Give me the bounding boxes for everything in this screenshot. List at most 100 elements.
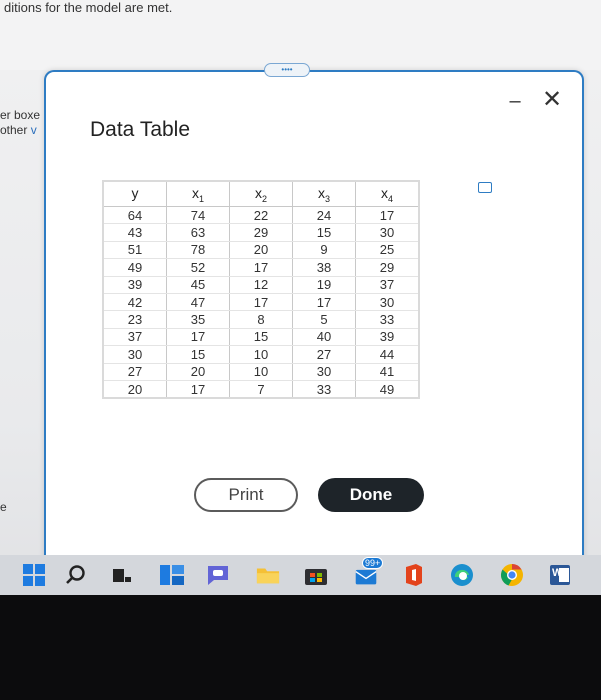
table-cell: 74 <box>166 206 230 225</box>
table-row: 43 63 29 15 30 <box>104 223 418 242</box>
table-cell: 22 <box>229 206 293 225</box>
screen-bezel <box>0 595 601 700</box>
table-cell: 15 <box>229 328 293 347</box>
table-row: 64 74 22 24 17 <box>104 206 418 225</box>
table-cell: 17 <box>229 293 293 312</box>
table-row: 42 47 17 17 30 <box>104 293 418 312</box>
table-cell: 29 <box>355 258 418 277</box>
table-cell: 15 <box>166 345 230 364</box>
table-cell: 29 <box>229 223 293 242</box>
table-cell: 40 <box>292 328 356 347</box>
table-cell: 24 <box>292 206 356 225</box>
table-cell: 20 <box>166 363 230 381</box>
table-cell: 37 <box>355 276 418 294</box>
table-row: 49 52 17 38 29 <box>104 258 418 277</box>
taskbar: 99+ W <box>0 555 601 595</box>
table-cell: 17 <box>166 380 230 398</box>
table-cell: 49 <box>379 381 395 397</box>
mail-badge: 99+ <box>362 557 384 569</box>
table-row: 39 45 12 19 37 <box>104 276 418 294</box>
windows-start-icon[interactable] <box>22 563 46 587</box>
table-cell: 47 <box>166 293 230 312</box>
background-side-line2: other v <box>0 123 37 137</box>
table-cell: 17 <box>166 328 230 347</box>
data-table-dialog: •••• Data Table – ✕ y x1 x2 x3 x4 64 74 22… <box>44 63 584 564</box>
table-cell: 30 <box>355 223 418 242</box>
print-button[interactable]: Print <box>194 478 298 512</box>
table-cell: 39 <box>104 276 167 294</box>
minimize-button[interactable]: – <box>504 90 526 112</box>
table-cell: 5 <box>292 310 356 329</box>
chrome-icon[interactable] <box>500 563 524 587</box>
table-cell: 15 <box>292 223 356 242</box>
table-header-row: y x1 x2 x3 x4 <box>104 182 418 207</box>
mail-icon[interactable]: 99+ <box>354 557 384 587</box>
column-header: y <box>104 182 167 207</box>
table-cell: 10 <box>229 345 293 364</box>
table-cell: 23 <box>104 310 167 329</box>
table-cell: 64 <box>104 206 167 225</box>
background-side-line1: er boxe <box>0 108 41 122</box>
column-header: x1 <box>166 182 230 207</box>
table-cell: 43 <box>104 223 167 242</box>
table-cell: 30 <box>355 293 418 312</box>
teams-chat-icon[interactable] <box>206 563 230 587</box>
column-header: x2 <box>229 182 293 207</box>
table-cell: 25 <box>355 241 418 260</box>
table-cell: 10 <box>229 363 293 381</box>
table-cell: 45 <box>166 276 230 294</box>
table-cell: 7 <box>229 380 293 398</box>
table-cell: 37 <box>104 328 167 347</box>
office-icon[interactable] <box>402 563 426 587</box>
table-cell: 27 <box>104 363 167 381</box>
table-cell: 12 <box>229 276 293 294</box>
background-fragment: e <box>0 500 7 514</box>
widgets-icon[interactable] <box>160 563 184 587</box>
background-conditions-text: ditions for the model are met. <box>4 0 173 15</box>
table-cell: 41 <box>355 363 418 381</box>
table-cell: 49 <box>104 258 167 277</box>
file-explorer-icon[interactable] <box>256 563 280 587</box>
close-button[interactable]: ✕ <box>540 88 564 112</box>
data-table-container: y x1 x2 x3 x4 64 74 22 24 17 43 63 29 15 30 51 78… <box>102 180 420 400</box>
table-cell: 9 <box>292 241 356 260</box>
table-cell: 17 <box>292 293 356 312</box>
table-cell: 38 <box>292 258 356 277</box>
table-cell: 33 <box>355 310 418 329</box>
edge-icon[interactable] <box>450 563 474 587</box>
store-icon[interactable] <box>304 563 328 587</box>
table-cell: 52 <box>166 258 230 277</box>
table-cell: 44 <box>355 345 418 364</box>
task-view-icon[interactable] <box>110 563 134 587</box>
table-cell: 27 <box>292 345 356 364</box>
table-row: 51 78 20 9 25 <box>104 241 418 260</box>
table-cell: 17 <box>355 206 418 225</box>
column-header: x4 <box>355 182 418 207</box>
column-header: x3 <box>292 182 356 207</box>
search-icon[interactable] <box>64 563 88 587</box>
table-row: 20 17 7 33 49 <box>104 380 418 398</box>
drag-handle[interactable]: •••• <box>264 63 310 77</box>
table-row: 23 35 8 5 33 <box>104 310 418 329</box>
table-cell: 51 <box>104 241 167 260</box>
word-icon[interactable]: W <box>548 563 572 587</box>
table-row: 30 15 10 27 44 <box>104 345 418 364</box>
done-button[interactable]: Done <box>318 478 424 512</box>
table-row: 37 17 15 40 39 <box>104 328 418 347</box>
table-cell: 20 <box>104 380 167 398</box>
table-cell: 19 <box>292 276 356 294</box>
table-cell: 42 <box>104 293 167 312</box>
table-cell: 78 <box>166 241 230 260</box>
data-table: y x1 x2 x3 x4 64 74 22 24 17 43 63 29 15 30 51 78… <box>104 182 418 398</box>
table-cell: 8 <box>229 310 293 329</box>
table-cell: 33 <box>292 380 356 398</box>
dialog-title: Data Table <box>90 118 191 141</box>
table-row: 27 20 10 30 41 <box>104 363 418 381</box>
table-cell: 20 <box>229 241 293 260</box>
table-cell: 17 <box>229 258 293 277</box>
copy-icon[interactable] <box>478 182 492 193</box>
word-letter: W <box>552 567 563 579</box>
table-cell: 30 <box>292 363 356 381</box>
table-cell: 39 <box>355 328 418 347</box>
table-cell: 63 <box>166 223 230 242</box>
